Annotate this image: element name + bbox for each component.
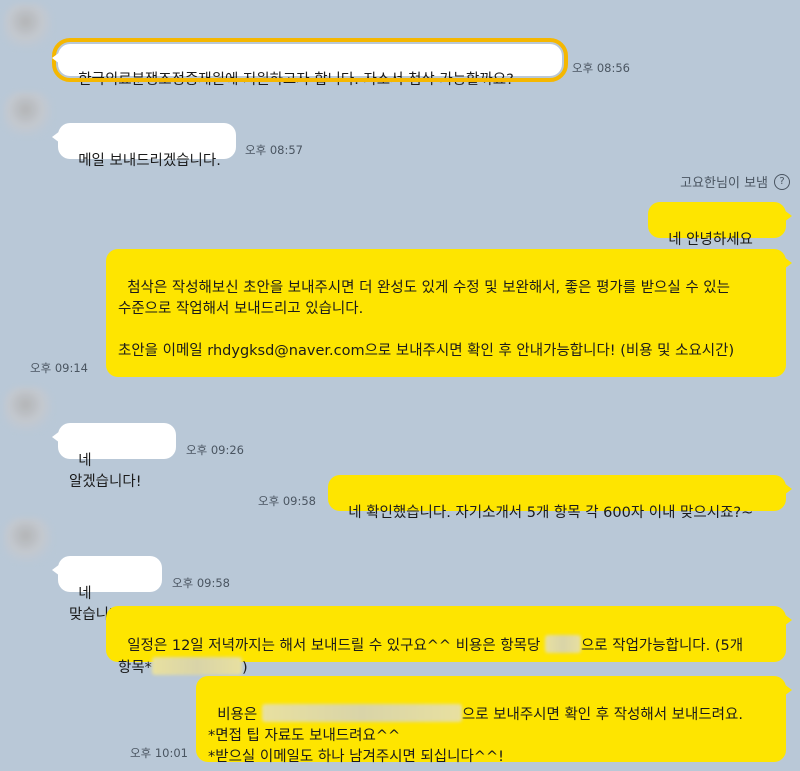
message-time: 오후 09:26	[186, 443, 244, 457]
message-time: 오후 09:58	[258, 494, 316, 508]
message-text: 메일 보내드리겠습니다.	[78, 153, 221, 169]
message-time: 오후 10:01	[130, 746, 188, 760]
redacted-text	[261, 704, 462, 722]
message-text: 비용은	[217, 707, 262, 723]
sender-note: 고요한님이 보냄 ?	[680, 172, 790, 191]
avatar[interactable]	[4, 4, 52, 48]
message-bubble-received[interactable]: 네 알겠습니다!	[52, 423, 176, 490]
avatar[interactable]	[4, 387, 52, 431]
message-text: 일정은 12일 저녁까지는 해서 보내드릴 수 있구요^^ 비용은 항목당	[127, 638, 545, 654]
message-bubble-sent[interactable]: 네 확인했습니다. 자기소개서 5개 항목 각 600자 이내 맞으시죠?~	[328, 475, 792, 521]
message-text: 네 확인했습니다. 자기소개서 5개 항목 각 600자 이내 맞으시죠?~	[348, 505, 754, 521]
message-text: )	[241, 660, 248, 676]
message-text: 네 알겠습니다!	[69, 453, 142, 490]
message-bubble-received[interactable]: 메일 보내드리겠습니다.	[52, 123, 236, 169]
message-text: 한국의료분쟁조정중재원에 지원하고자 합니다. 자소서 첨삭 가능할까요?	[78, 72, 514, 88]
message-time: 오후 09:58	[172, 576, 230, 590]
message-bubble-received[interactable]: 네 맞습니다!	[52, 556, 162, 623]
message-text: 첨삭은 작성해보신 초안을 보내주시면 더 완성도 있게 수정 및 보완해서, …	[118, 280, 735, 359]
message-time: 오후 08:56	[572, 61, 630, 75]
message-bubble-sent[interactable]: 일정은 12일 저녁까지는 해서 보내드릴 수 있구요^^ 비용은 항목당 으로…	[106, 606, 792, 676]
message-time: 오후 08:57	[245, 143, 303, 157]
avatar[interactable]	[4, 518, 52, 562]
message-bubble-received[interactable]: 한국의료분쟁조정중재원에 지원하고자 합니다. 자소서 첨삭 가능할까요?	[52, 38, 568, 88]
message-bubble-sent[interactable]: 첨삭은 작성해보신 초안을 보내주시면 더 완성도 있게 수정 및 보완해서, …	[106, 249, 792, 377]
help-icon[interactable]: ?	[774, 173, 790, 190]
avatar[interactable]	[4, 92, 52, 136]
redacted-text	[151, 657, 242, 675]
message-bubble-sent[interactable]: 네 안녕하세요^^	[648, 202, 792, 269]
message-time: 오후 09:14	[30, 361, 88, 375]
message-bubble-sent[interactable]: 비용은 으로 보내주시면 확인 후 작성해서 보내드려요. *면접 팁 자료도 …	[196, 676, 792, 765]
redacted-text	[544, 635, 581, 653]
sender-note-label: 고요한님이 보냄	[680, 176, 768, 191]
